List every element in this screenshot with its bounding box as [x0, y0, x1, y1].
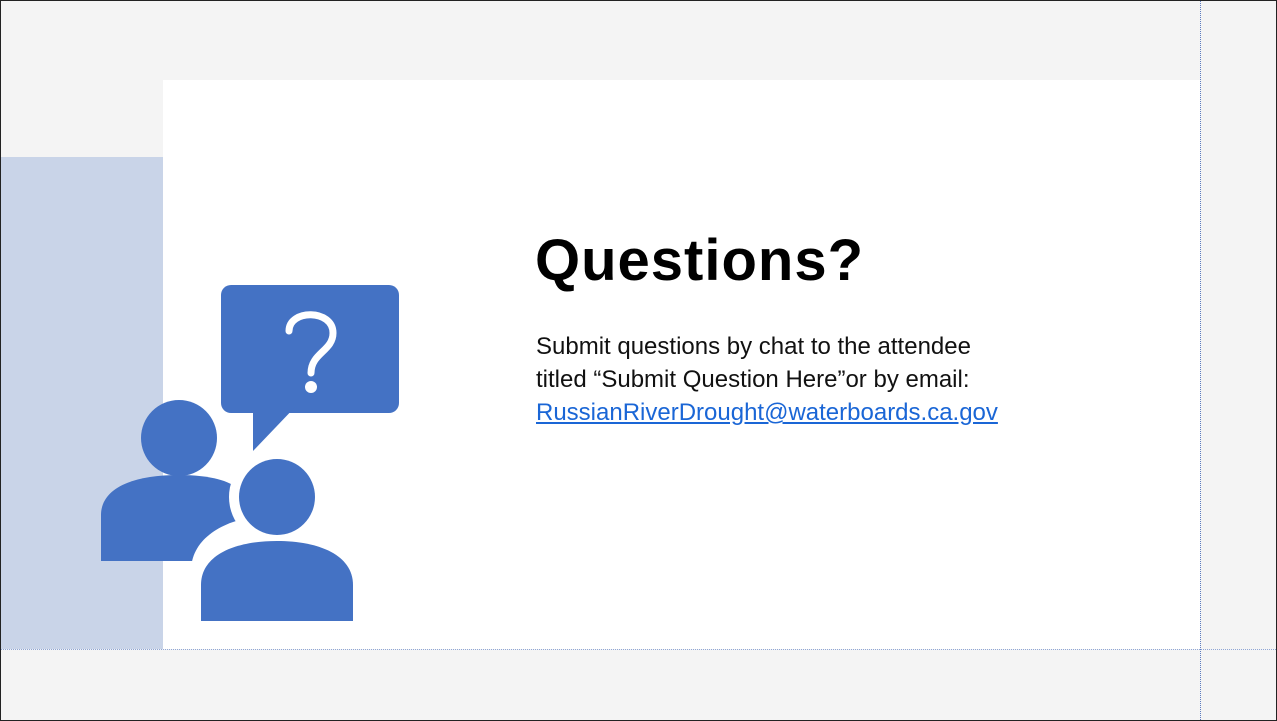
people-question-icon [101, 285, 401, 621]
slide-title: Questions? [535, 228, 865, 293]
speech-bubble-icon [221, 285, 399, 451]
slide-body: Submit questions by chat to the attendee… [536, 330, 1176, 429]
body-line-2: titled “Submit Question Here”or by email… [536, 366, 970, 393]
slide: Questions? Submit questions by chat to t… [0, 0, 1277, 721]
body-line-1: Submit questions by chat to the attendee [536, 333, 971, 360]
email-link[interactable]: RussianRiverDrought@waterboards.ca.gov [536, 399, 998, 426]
horizontal-guide-line [1, 649, 1276, 650]
vertical-guide-line [1200, 1, 1201, 720]
